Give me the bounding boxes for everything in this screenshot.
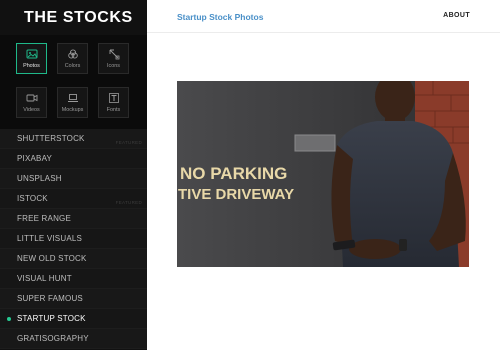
source-label: STARTUP STOCK: [17, 314, 86, 323]
source-label: VISUAL HUNT: [17, 274, 72, 283]
source-item-free-range[interactable]: FREE RANGE: [0, 209, 147, 229]
photo-illustration: NO PARKING TIVE DRIVEWAY: [177, 81, 469, 267]
source-item-gratisography[interactable]: GRATISOGRAPHY: [0, 329, 147, 349]
active-indicator-dot: [7, 317, 11, 321]
category-label: Fonts: [106, 107, 121, 113]
source-item-visual-hunt[interactable]: VISUAL HUNT: [0, 269, 147, 289]
about-link[interactable]: ABOUT: [443, 12, 470, 19]
source-item-new-old-stock[interactable]: NEW OLD STOCK: [0, 249, 147, 269]
category-grid: Photos Colors Icons Videos Mockups Fonts: [0, 35, 147, 130]
source-label: GRATISOGRAPHY: [17, 334, 89, 343]
category-label: Videos: [23, 107, 40, 113]
source-item-unsplash[interactable]: UNSPLASH: [0, 169, 147, 189]
source-label: NEW OLD STOCK: [17, 254, 87, 263]
source-label: UNSPLASH: [17, 174, 62, 183]
pen-tool-icon: [109, 49, 119, 60]
font-icon: [108, 93, 119, 103]
category-label: Icons: [107, 63, 120, 69]
source-label: FREE RANGE: [17, 214, 72, 223]
sign-text-line2: TIVE DRIVEWAY: [178, 186, 294, 203]
category-mockups[interactable]: Mockups: [57, 87, 88, 118]
source-label: LITTLE VISUALS: [17, 234, 83, 243]
category-label: Photos: [23, 63, 40, 69]
video-icon: [26, 94, 37, 102]
source-item-little-visuals[interactable]: LITTLE VISUALS: [0, 229, 147, 249]
category-videos[interactable]: Videos: [16, 87, 47, 118]
source-item-super-famous[interactable]: SUPER FAMOUS: [0, 289, 147, 309]
source-item-pixabay[interactable]: PIXABAY: [0, 149, 147, 169]
source-label: PIXABAY: [17, 154, 53, 163]
source-label: SUPER FAMOUS: [17, 294, 83, 303]
sign-text-line1: NO PARKING: [180, 164, 287, 183]
source-item-shutterstock[interactable]: SHUTTERSTOCK FEATURED: [0, 129, 147, 149]
featured-badge: FEATURED: [115, 140, 142, 145]
source-label: ISTOCK: [17, 194, 48, 203]
page-title[interactable]: Startup Stock Photos: [177, 12, 263, 22]
category-label: Colors: [64, 63, 81, 69]
featured-badge: FEATURED: [115, 200, 142, 205]
top-header: Startup Stock Photos ABOUT: [147, 0, 500, 33]
sidebar: THE STOCKS Photos Colors Icons Videos Mo…: [0, 0, 147, 350]
category-fonts[interactable]: Fonts: [98, 87, 129, 118]
category-label: Mockups: [61, 107, 84, 113]
palette-icon: [67, 49, 78, 59]
source-label: SHUTTERSTOCK: [17, 134, 85, 143]
preview-photo[interactable]: NO PARKING TIVE DRIVEWAY: [177, 81, 469, 267]
site-logo[interactable]: THE STOCKS: [24, 9, 133, 27]
source-item-startup-stock[interactable]: STARTUP STOCK: [0, 309, 147, 329]
category-photos[interactable]: Photos: [16, 43, 47, 74]
photo-icon: [26, 49, 37, 59]
laptop-icon: [67, 94, 78, 102]
category-icons[interactable]: Icons: [98, 43, 129, 74]
source-list: SHUTTERSTOCK FEATURED PIXABAY UNSPLASH I…: [0, 129, 147, 349]
category-colors[interactable]: Colors: [57, 43, 88, 74]
source-item-istock[interactable]: ISTOCK FEATURED: [0, 189, 147, 209]
brand-header: THE STOCKS: [0, 0, 147, 35]
